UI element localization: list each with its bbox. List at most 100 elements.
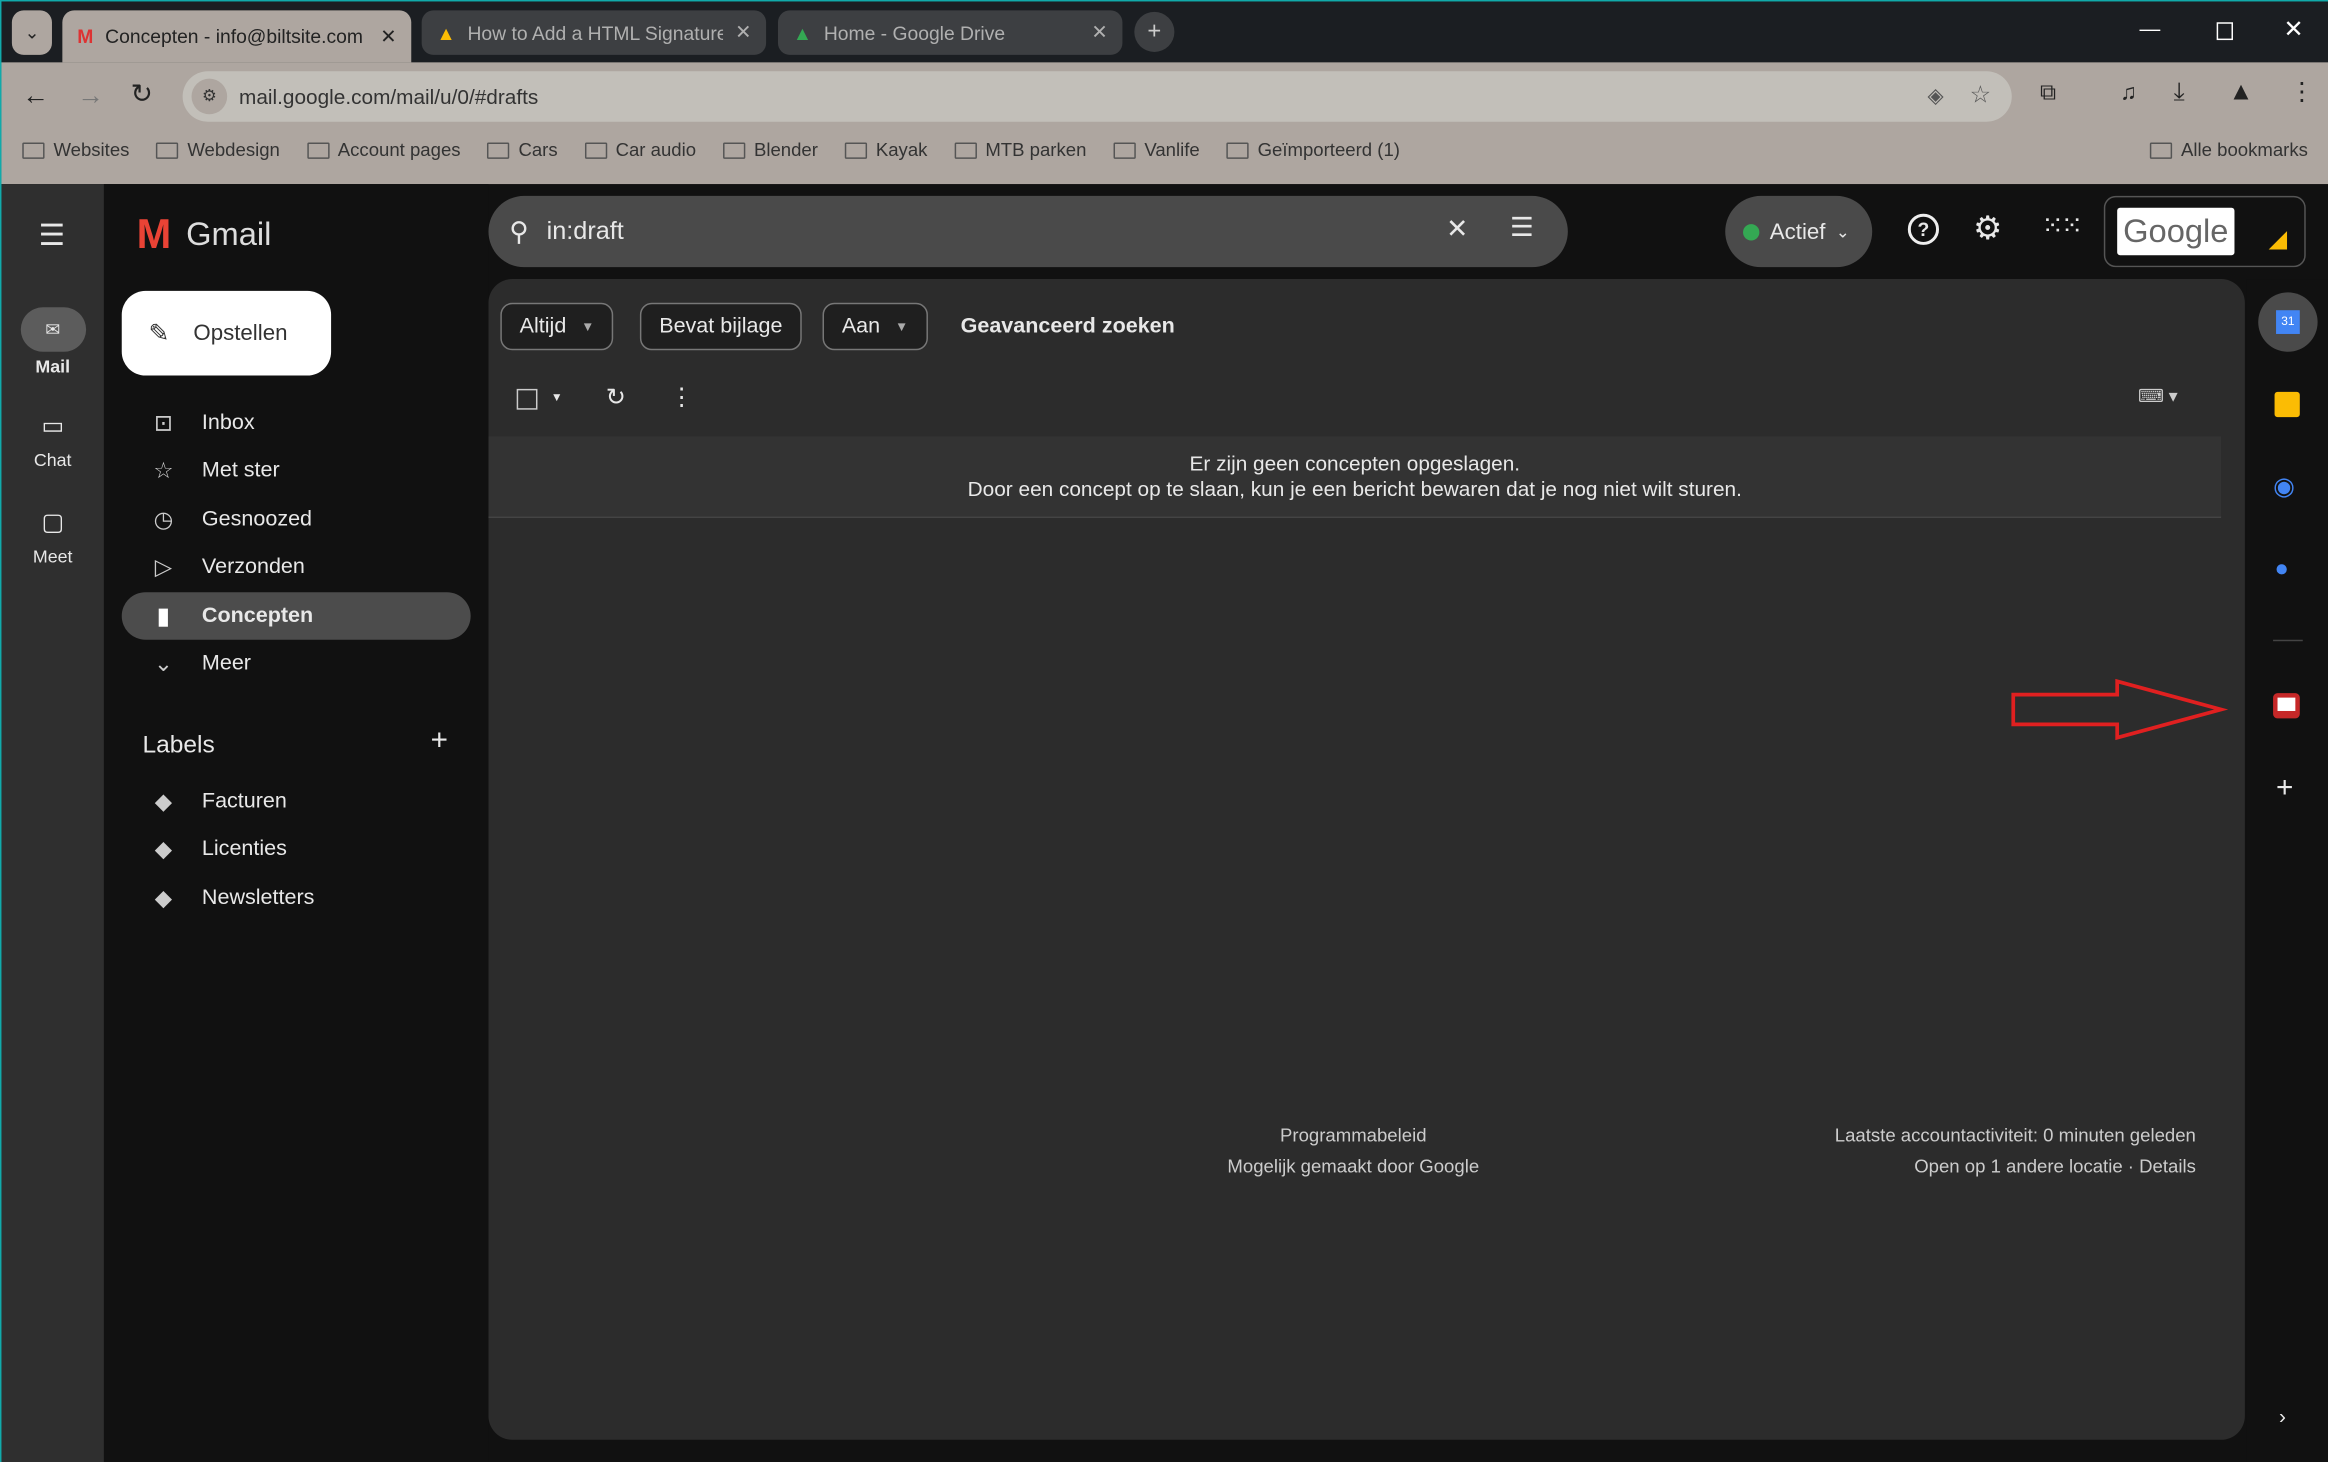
nav-label: Gesnoozed: [201, 507, 313, 532]
apps-grid-icon[interactable]: ⁙⁙: [2041, 211, 2083, 242]
download-icon[interactable]: ⤓: [2174, 77, 2185, 107]
keyboard-icon[interactable]: ⌨ ▾: [2138, 386, 2178, 407]
all-bookmarks[interactable]: Alle bookmarks: [2149, 139, 2308, 161]
search-input[interactable]: in:draft: [547, 217, 624, 247]
alfred-icon: ▲: [436, 21, 456, 44]
mail-icon: ✉: [20, 307, 86, 352]
filter-attachment[interactable]: Bevat bijlage: [639, 302, 802, 351]
side-panel: 31 ◉ ● + ›: [2246, 279, 2328, 1462]
nav-label: Verzonden: [201, 555, 305, 579]
main-menu-button[interactable]: ☰: [39, 217, 66, 254]
contacts-icon[interactable]: ●: [2275, 557, 2289, 584]
close-tab-icon[interactable]: ✕: [1091, 21, 1107, 45]
keep-icon[interactable]: [2274, 391, 2300, 418]
nav-more[interactable]: ⌄ Meer: [122, 640, 471, 687]
bookmark-folder[interactable]: Vanlife: [1113, 140, 1200, 160]
menu-icon[interactable]: ⋮: [2289, 77, 2314, 107]
gear-icon[interactable]: ⚙: [1973, 209, 2002, 248]
forward-button[interactable]: →: [77, 80, 104, 111]
compose-button[interactable]: ✎ Opstellen: [121, 290, 332, 376]
bookmark-folder[interactable]: MTB parken: [954, 140, 1086, 160]
arrow-shape: [2011, 678, 2229, 741]
maximize-button[interactable]: [2216, 22, 2233, 41]
nav-drafts[interactable]: ▮ Concepten: [121, 592, 471, 640]
extensions-icon[interactable]: ⧉: [2040, 80, 2056, 105]
back-button[interactable]: ←: [22, 80, 49, 111]
expand-panel-icon[interactable]: ›: [2279, 1404, 2286, 1428]
select-checkbox[interactable]: [516, 388, 538, 410]
bookmark-folder[interactable]: Cars: [487, 140, 558, 160]
label-item[interactable]: ◆ Facturen: [122, 778, 471, 825]
signature-addon-icon[interactable]: [2273, 693, 2300, 719]
bookmark-folder[interactable]: Blender: [722, 140, 818, 160]
minimize-button[interactable]: —: [2139, 16, 2160, 40]
browser-toolbar: ← → ↻ ⚙ mail.google.com/mail/u/0/#drafts…: [1, 62, 2328, 185]
close-tab-icon[interactable]: ✕: [735, 21, 751, 45]
tab-signature[interactable]: ▲ How to Add a HTML Signature ✕: [421, 10, 767, 55]
bookmark-folder[interactable]: Car audio: [584, 140, 696, 160]
bookmark-star-icon[interactable]: ☆: [1970, 80, 1991, 110]
bookmark-folder[interactable]: Account pages: [306, 140, 461, 160]
rail-meet[interactable]: ▢ Meet: [1, 508, 103, 567]
reload-button[interactable]: ↻: [131, 79, 153, 110]
close-tab-icon[interactable]: ✕: [380, 24, 396, 48]
refresh-icon[interactable]: ↻: [606, 383, 626, 413]
star-icon: ☆: [153, 458, 174, 484]
gmail-logo[interactable]: M Gmail: [137, 211, 272, 258]
tab-search-button[interactable]: ⌄: [11, 10, 52, 55]
add-addon-button[interactable]: +: [2276, 772, 2293, 806]
nav-snoozed[interactable]: ◷ Gesnoozed: [122, 496, 471, 543]
app-name: Gmail: [186, 215, 272, 253]
label-item[interactable]: ◆ Newsletters: [122, 874, 471, 921]
lens-icon[interactable]: ◈: [1927, 83, 1943, 108]
app-rail: ☰ ✉ Mail ▭ Chat ▢ Meet: [1, 184, 104, 1462]
account-button[interactable]: Google ◢: [2103, 195, 2306, 268]
tasks-icon[interactable]: ◉: [2273, 472, 2295, 502]
label-icon: ◆: [154, 789, 172, 815]
filter-to[interactable]: Aan ▼: [822, 302, 928, 351]
select-dropdown-icon[interactable]: ▼: [551, 390, 563, 403]
status-button[interactable]: Actief ⌄: [1725, 195, 1873, 268]
new-tab-button[interactable]: +: [1134, 11, 1175, 52]
calendar-icon[interactable]: 31: [2258, 292, 2318, 352]
chevron-down-icon: ⌄: [153, 651, 173, 677]
advanced-search-link[interactable]: Geavanceerd zoeken: [961, 315, 1175, 339]
bookmark-folder[interactable]: Webdesign: [156, 140, 280, 160]
search-bar[interactable]: ⚲ in:draft ✕ ☰: [488, 195, 1568, 268]
label-name: Newsletters: [201, 886, 315, 910]
nav-starred[interactable]: ☆ Met ster: [122, 447, 471, 494]
all-bookmarks-label: Alle bookmarks: [2181, 139, 2308, 161]
nav-inbox[interactable]: ⊡ Inbox: [122, 399, 471, 446]
nav-label: Inbox: [201, 411, 255, 435]
profile-icon[interactable]: ▲: [2229, 77, 2254, 107]
details-link[interactable]: Open op 1 andere locatie · Details: [1835, 1152, 2196, 1183]
program-policy-link[interactable]: Programmabeleid: [1201, 1121, 1505, 1152]
bookmark-folder[interactable]: Geïmporteerd (1): [1226, 140, 1400, 160]
address-bar[interactable]: ⚙ mail.google.com/mail/u/0/#drafts ◈ ☆: [182, 71, 2012, 122]
folder-icon: [1113, 141, 1136, 159]
label-item[interactable]: ◆ Licenties: [122, 825, 471, 872]
bookmark-folder[interactable]: Kayak: [844, 140, 927, 160]
clear-search-icon[interactable]: ✕: [1446, 214, 1468, 245]
chevron-down-icon: ⌄: [1835, 223, 1850, 242]
label-icon: ◆: [154, 886, 172, 912]
bookmark-folder[interactable]: Websites: [22, 140, 129, 160]
draft-icon: ▮: [157, 604, 170, 630]
media-icon[interactable]: ♫: [2120, 80, 2137, 105]
add-label-button[interactable]: +: [431, 724, 448, 758]
nav-sent[interactable]: ▷ Verzonden: [122, 543, 471, 590]
footer-center: Programmabeleid Mogelijk gemaakt door Go…: [1201, 1121, 1505, 1183]
search-icon[interactable]: ⚲: [509, 216, 529, 247]
site-info-icon[interactable]: ⚙: [191, 78, 228, 115]
help-icon[interactable]: ?: [1907, 213, 1940, 245]
more-options-icon[interactable]: ⋮: [670, 383, 694, 413]
close-window-button[interactable]: ✕: [2283, 15, 2303, 45]
tab-gmail[interactable]: M Concepten - info@biltsite.com ✕: [62, 10, 412, 63]
filter-time[interactable]: Altijd ▼: [500, 302, 614, 351]
annotation-arrow: [2011, 678, 2229, 741]
divider: [2273, 639, 2303, 642]
search-options-icon[interactable]: ☰: [1510, 212, 1534, 243]
rail-chat[interactable]: ▭ Chat: [1, 411, 103, 470]
tab-drive[interactable]: ▲ Home - Google Drive ✕: [777, 10, 1123, 55]
rail-mail[interactable]: ✉ Mail: [1, 307, 103, 377]
